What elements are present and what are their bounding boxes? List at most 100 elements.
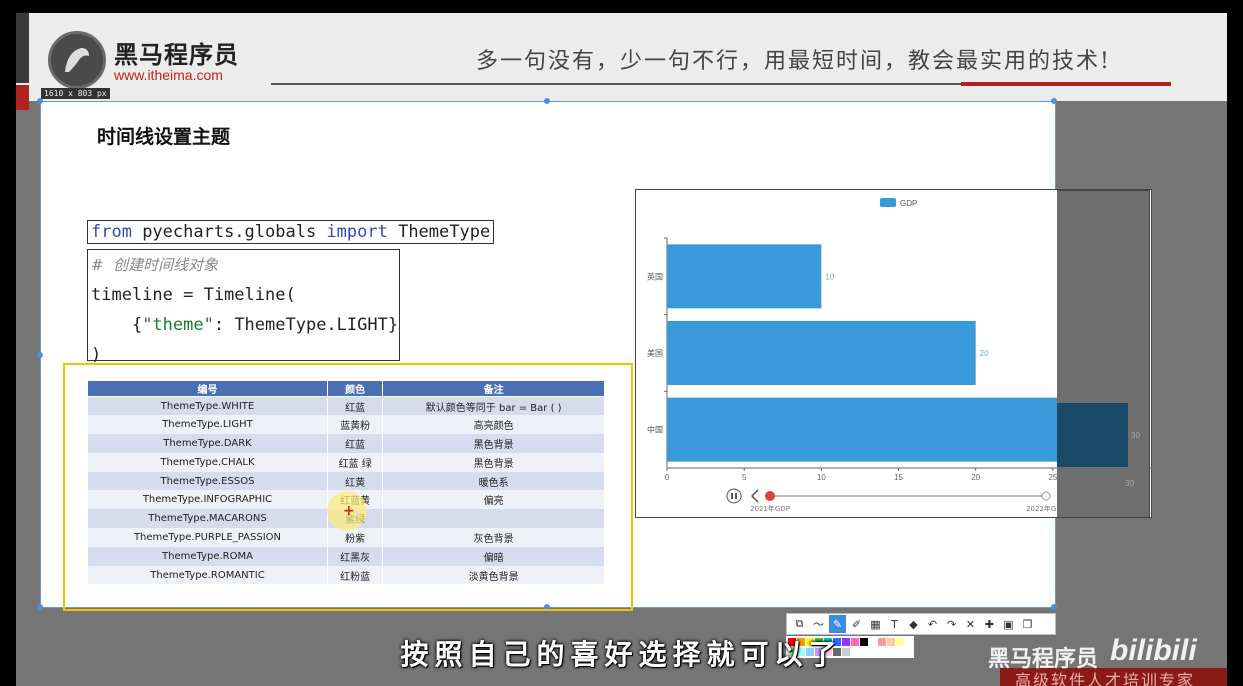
table-cell: 红蓝 绿 [326,452,384,472]
x-tick-label: 20 [971,473,980,482]
x-tick-label: 15 [894,473,903,482]
table-cell: 偏亮 [382,490,605,510]
table-cell: ThemeType.ROMA [87,546,328,566]
undo-icon[interactable]: ↶ [924,615,941,633]
table-row: ThemeType.ESSOS 红黄 暖色系 [87,471,605,491]
code-token: { [91,315,143,335]
table-cell: 红黄 [326,471,384,491]
horse-logo-icon [48,31,106,89]
highlighter-icon[interactable]: ✐ [848,615,865,633]
table-cell: 红蓝 [326,396,384,416]
watermark-brand: 黑马程序员 [988,647,1099,672]
table-cell: ThemeType.INFOGRAPHIC [87,490,328,510]
x-tick-label: 0 [665,473,670,482]
theme-table: 编号 颜色 备注 ThemeType.WHITE 红蓝 默认颜色等同于 bar = … [87,380,605,585]
resize-handle[interactable] [37,98,43,104]
prev-arrow-icon[interactable] [750,489,759,503]
redo-icon[interactable]: ↷ [943,615,960,633]
data-label: 20 [980,349,989,358]
page-title: 时间线设置主题 [97,126,231,148]
table-cell: 淡黄色背景 [382,565,605,585]
bar [667,321,976,385]
data-label: 30 [1131,431,1140,440]
column-header: 备注 [382,380,605,397]
close-icon[interactable]: ✕ [962,615,979,633]
table-cell: 蓝黄粉 [326,415,384,435]
table-cell: ThemeType.WHITE [87,396,328,416]
data-label: 10 [825,272,834,281]
table-cell: ThemeType.LIGHT [87,415,328,435]
table-cell: 红粉蓝 [326,565,384,585]
copy-icon[interactable]: ❐ [1019,615,1036,633]
table-cell: ThemeType.MACARONS [87,509,328,529]
code-name: ThemeType [387,222,491,242]
table-cell: ThemeType.PURPLE_PASSION [87,528,328,547]
code-timeline-block: # 创建时间线对象 timeline = Timeline( {"theme": … [87,249,400,365]
table-cell: ThemeType.ROMANTIC [87,565,328,585]
selection-canvas[interactable]: 时间线设置主题 from pyecharts.globals import Th… [37,98,1152,611]
pause-icon [731,493,733,499]
table-cell: 默认颜色等同于 bar = Bar ( ) [382,396,605,416]
play-pause-button[interactable] [726,488,742,504]
resize-handle[interactable] [37,352,43,358]
pause-icon [735,493,737,499]
text-icon[interactable]: T [886,615,903,633]
chart-dark-svg: 30 30 [1057,403,1140,488]
table-cell: 黑色背景 [382,434,605,453]
table-cell: 偏暗 [382,546,605,566]
logo-text: 黑马程序员 [114,41,239,69]
timeline-point [1041,491,1051,501]
bar [667,244,822,309]
timeline-label: 2021年GDP [750,504,790,513]
header-red-accent [961,82,1171,86]
pin-icon[interactable]: ✚ [981,615,998,633]
code-keyword: from [91,222,132,242]
table-cell: 灰色背景 [382,528,605,547]
table-cell: ThemeType.DARK [87,434,328,453]
select-icon[interactable]: ⧉ [791,615,808,633]
code-comment: # 创建时间线对象 [91,256,219,274]
y-tick-label: 美国 [647,348,663,358]
table-cell: ThemeType.ESSOS [87,471,328,491]
eraser-icon[interactable]: ◆ [905,615,922,633]
table-row: ThemeType.WHITE 红蓝 默认颜色等同于 bar = Bar ( ) [87,396,605,416]
code-token: : ThemeType.LIGHT} [213,315,399,335]
resize-handle[interactable] [1051,98,1057,104]
code-import-line: from pyecharts.globals import ThemeType [87,220,495,244]
code-keyword: import [326,222,388,242]
table-row: ThemeType.ROMA 红黑灰 偏暗 [87,546,605,566]
timeline-current-point[interactable] [765,491,775,501]
header-dark-bar [16,13,29,83]
table-cell [382,509,605,529]
table-cell: ThemeType.CHALK [87,452,328,472]
table-row: ThemeType.LIGHT 蓝黄粉 高亮颜色 [87,415,605,435]
y-tick-label: 中国 [647,425,663,435]
table-header-row: 编号 颜色 备注 [87,380,605,397]
resize-handle[interactable] [544,98,550,104]
crosshair-cursor-icon: + [343,503,355,519]
column-header: 颜色 [326,380,384,397]
table-cell: 红黑灰 [326,546,384,566]
mosaic-icon[interactable]: ▦ [867,615,884,633]
resize-handle[interactable] [1051,604,1057,610]
header-red-bar [16,85,29,110]
pen-icon[interactable]: ✎ [829,615,846,633]
table-cell: 红蓝 [326,434,384,453]
table-cell: 粉紫 [326,528,384,547]
resize-handle[interactable] [37,604,43,610]
save-icon[interactable]: ▣ [1000,615,1017,633]
bilibili-logo: bilibili [1110,634,1197,667]
table-row: ThemeType.ROMANTIC 红粉蓝 淡黄色背景 [87,565,605,585]
table-cell: 暖色系 [382,471,605,491]
legend-swatch [880,198,896,207]
logo-url: www.itheima.com [114,67,223,83]
x-tick-label: 5 [742,473,747,482]
code-module: pyecharts.globals [131,222,327,242]
code-line: timeline = Timeline( [91,285,296,305]
header-slogan: 多一句没有，少一句不行，用最短时间，教会最实用的技术! [476,49,1111,74]
line-icon[interactable]: 〜 [810,615,827,633]
column-header: 编号 [87,380,328,397]
bar-dark-overflow [1057,403,1128,467]
highlight-rectangle[interactable]: 编号 颜色 备注 ThemeType.WHITE 红蓝 默认颜色等同于 bar = … [63,363,633,611]
table-row: ThemeType.DARK 红蓝 黑色背景 [87,434,605,453]
